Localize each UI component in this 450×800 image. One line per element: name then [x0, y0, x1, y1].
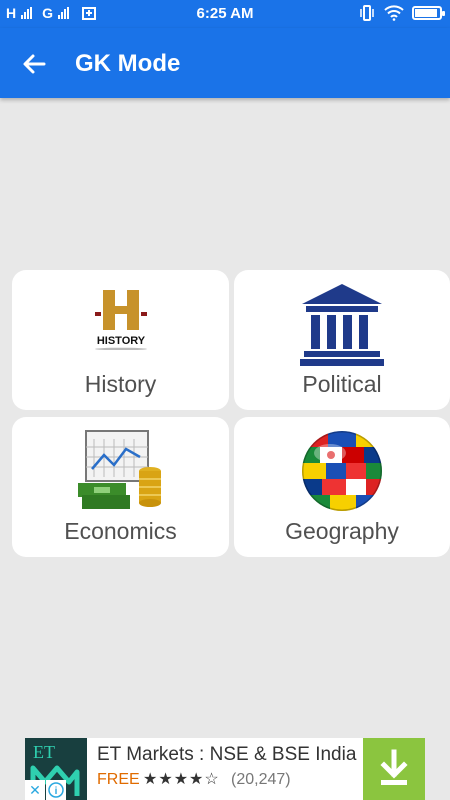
status-bar: H G 6:25 AM	[0, 0, 450, 28]
download-icon	[380, 749, 408, 785]
ad-price: FREE	[97, 771, 140, 788]
ad-rating-stars: ★★★★☆	[143, 771, 220, 788]
wifi-icon	[384, 5, 404, 21]
category-label-geography: Geography	[285, 518, 399, 544]
money-chart-icon	[77, 430, 161, 509]
ad-close-icon[interactable]: ✕	[25, 780, 45, 800]
page-title: GK Mode	[75, 50, 181, 77]
ad-logo-text: ET	[33, 742, 55, 762]
ad-title: ET Markets : NSE & BSE India	[97, 744, 357, 765]
battery-icon	[412, 6, 445, 20]
ad-download-button[interactable]	[363, 738, 425, 800]
system-indicators	[358, 5, 445, 21]
vibrate-icon	[360, 5, 374, 21]
government-building-icon	[300, 284, 384, 366]
history-logo-text: HISTORY	[96, 335, 145, 347]
category-label-political: Political	[302, 371, 382, 397]
ad-info-icon[interactable]: i	[46, 780, 66, 800]
ad-banner[interactable]: ET ✕ i ET Markets : NSE & BSE India FREE…	[25, 738, 425, 800]
flag-globe-icon	[302, 431, 382, 511]
app-bar: GK Mode	[0, 28, 450, 98]
history-logo-icon: HISTORY	[94, 290, 147, 350]
back-arrow-icon[interactable]	[20, 50, 48, 78]
category-label-history: History	[84, 371, 157, 397]
category-label-economics: Economics	[64, 518, 177, 544]
category-card-geography[interactable]: Geography	[234, 417, 450, 557]
category-card-economics[interactable]: Economics	[12, 417, 229, 557]
ad-info-glyph: i	[55, 786, 58, 797]
category-card-history[interactable]: HISTORY History	[12, 270, 229, 410]
category-card-political[interactable]: Political	[234, 270, 450, 410]
ad-rating-count: (20,247)	[231, 771, 291, 788]
